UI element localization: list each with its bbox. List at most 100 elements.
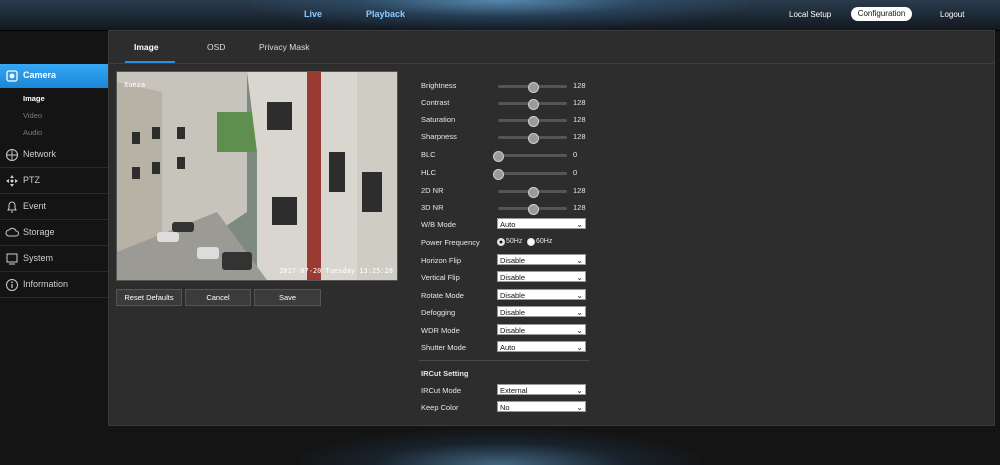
wb-mode-select[interactable]: Auto ⌄	[497, 218, 586, 229]
select-row: Vertical Flip Disable ⌄	[421, 271, 591, 285]
divider	[419, 360, 589, 361]
slider-row: Sharpness 128	[421, 130, 591, 144]
dropdown-select[interactable]: Disable ⌄	[497, 324, 586, 335]
sidebar-item-storage[interactable]: Storage	[0, 221, 108, 246]
slider-value: 128	[573, 115, 586, 124]
dropdown-select[interactable]: Disable ⌄	[497, 271, 586, 282]
video-preview[interactable]: Xueza 2017-07-20 Tuesday 13:25:28	[116, 71, 398, 281]
slider-track[interactable]	[498, 187, 567, 198]
ircut-mode-value: External	[500, 386, 528, 395]
wb-mode-value: Auto	[500, 220, 516, 229]
sidebar-item-label: Event	[23, 201, 47, 211]
dropdown-select[interactable]: Disable ⌄	[497, 306, 586, 317]
slider-value: 128	[573, 203, 586, 212]
select-value: Disable	[500, 308, 526, 317]
radio-50hz[interactable]	[497, 238, 505, 246]
chevron-down-icon: ⌄	[576, 386, 583, 395]
select-label: Vertical Flip	[421, 273, 460, 282]
slider-thumb[interactable]	[493, 169, 504, 180]
logout-link[interactable]: Logout	[940, 10, 964, 19]
slider-track[interactable]	[498, 99, 567, 110]
save-button[interactable]: Save	[254, 289, 321, 306]
cancel-button[interactable]: Cancel	[185, 289, 251, 306]
tab-privacy-mask[interactable]: Privacy Mask	[259, 42, 310, 52]
select-label: Horizon Flip	[421, 256, 462, 265]
select-value: Disable	[500, 256, 526, 265]
slider-track[interactable]	[498, 133, 567, 144]
tab-image[interactable]: Image	[134, 42, 159, 52]
storage-icon	[5, 226, 19, 240]
chevron-down-icon: ⌄	[576, 343, 583, 352]
nav-playback[interactable]: Playback	[366, 9, 405, 19]
select-value: Disable	[500, 291, 526, 300]
slider-value: 128	[573, 81, 586, 90]
slider-label: Sharpness	[421, 132, 457, 141]
slider-row: Brightness 128	[421, 79, 591, 93]
ircut-mode-label: IRCut Mode	[421, 386, 462, 395]
chevron-down-icon: ⌄	[576, 273, 583, 282]
system-icon	[5, 252, 19, 266]
power-frequency-label: Power Frequency	[421, 238, 480, 247]
slider-value: 128	[573, 98, 586, 107]
slider-track[interactable]	[498, 82, 567, 93]
radio-60hz[interactable]	[527, 238, 535, 246]
sidebar-sub-audio[interactable]: Audio	[23, 128, 42, 137]
slider-row: Contrast 128	[421, 96, 591, 110]
chevron-down-icon: ⌄	[576, 220, 583, 229]
sidebar-sub-video[interactable]: Video	[23, 111, 42, 120]
ircut-mode-row: IRCut Mode External ⌄	[421, 384, 591, 398]
sidebar-item-label: Network	[23, 149, 57, 159]
sidebar-item-information[interactable]: Information	[0, 273, 108, 298]
reset-defaults-button[interactable]: Reset Defaults	[116, 289, 182, 306]
chevron-down-icon: ⌄	[576, 256, 583, 265]
ircut-heading: IRCut Setting	[421, 369, 469, 378]
slider-thumb[interactable]	[527, 116, 539, 127]
sidebar-sub-image[interactable]: Image	[23, 94, 45, 103]
osd-timestamp: 2017-07-20 Tuesday 13:25:28	[279, 267, 393, 275]
local-setup-link[interactable]: Local Setup	[789, 10, 831, 19]
ptz-icon	[5, 174, 19, 188]
sidebar-item-event[interactable]: Event	[0, 195, 108, 220]
nav-live[interactable]: Live	[304, 9, 322, 19]
slider-track[interactable]	[493, 169, 567, 180]
slider-track[interactable]	[493, 151, 567, 162]
select-label: WDR Mode	[421, 326, 460, 335]
keep-color-select[interactable]: No ⌄	[497, 401, 586, 412]
slider-thumb[interactable]	[527, 99, 539, 110]
slider-label: Saturation	[421, 115, 456, 124]
tab-osd[interactable]: OSD	[207, 42, 225, 52]
slider-track[interactable]	[498, 204, 567, 215]
slider-value: 0	[573, 168, 578, 177]
sidebar-item-system[interactable]: System	[0, 247, 108, 272]
configuration-button[interactable]: Configuration	[851, 7, 912, 21]
dropdown-select[interactable]: Disable ⌄	[497, 289, 586, 300]
slider-track[interactable]	[498, 116, 567, 127]
dropdown-select[interactable]: Disable ⌄	[497, 254, 586, 265]
chevron-down-icon: ⌄	[576, 326, 583, 335]
slider-row: 3D NR 128	[421, 201, 591, 215]
slider-row: BLC 0	[421, 148, 591, 162]
slider-label: 3D NR	[421, 203, 444, 212]
slider-label: Brightness	[421, 81, 457, 90]
chevron-down-icon: ⌄	[576, 291, 583, 300]
slider-value: 0	[573, 150, 578, 159]
slider-thumb[interactable]	[527, 133, 539, 144]
select-value: Disable	[500, 273, 526, 282]
sidebar-item-ptz[interactable]: PTZ	[0, 169, 108, 194]
power-frequency-row: Power Frequency 50Hz 60Hz	[421, 236, 591, 250]
slider-label: Contrast	[421, 98, 450, 107]
slider-thumb[interactable]	[493, 151, 504, 162]
sidebar-item-network[interactable]: Network	[0, 143, 108, 168]
select-row: WDR Mode Disable ⌄	[421, 324, 591, 338]
slider-thumb[interactable]	[527, 204, 539, 215]
dropdown-select[interactable]: Auto ⌄	[497, 341, 586, 352]
tab-underline	[125, 61, 175, 63]
ircut-mode-select[interactable]: External ⌄	[497, 384, 586, 395]
sidebar-item-camera[interactable]: Camera	[0, 64, 108, 88]
slider-thumb[interactable]	[527, 82, 539, 93]
sidebar-item-label: System	[23, 253, 54, 263]
bottom-glow	[300, 430, 700, 465]
select-row: Rotate Mode Disable ⌄	[421, 289, 591, 303]
slider-thumb[interactable]	[527, 187, 539, 198]
slider-row: 2D NR 128	[421, 184, 591, 198]
